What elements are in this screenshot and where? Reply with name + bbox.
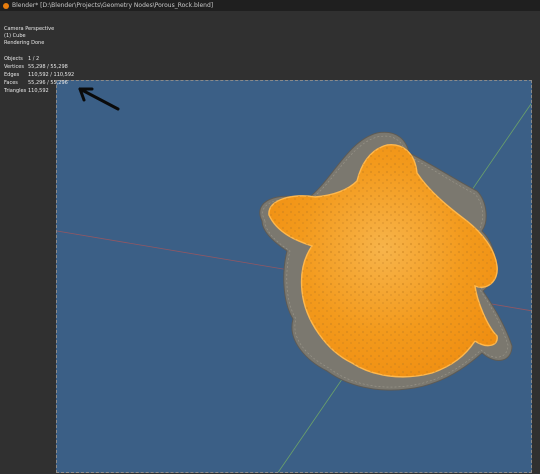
stat-row: Edges 110,592 / 110,592: [4, 71, 74, 79]
3d-viewport[interactable]: Camera Perspective (1) Cube Rendering Do…: [0, 11, 540, 474]
stat-label: Edges: [4, 72, 20, 78]
blender-logo-icon: [3, 2, 9, 9]
stat-row: Vertices 55,298 / 55,298: [4, 63, 74, 71]
stat-row: Triangles 110,592: [4, 87, 74, 95]
render-preview: [57, 103, 531, 472]
stat-label: Objects: [4, 56, 23, 62]
annotation-arrow-icon: [78, 87, 120, 111]
window-title: Blender* [D:\Blender\Projects\Geometry N…: [12, 2, 214, 9]
stat-label: Faces: [4, 80, 18, 86]
viewport-overlay-text: Camera Perspective (1) Cube Rendering Do…: [4, 26, 54, 47]
render-status: Rendering Done: [4, 40, 45, 46]
stat-value: 1 / 2: [28, 56, 40, 62]
stat-row: Faces 55,296 / 55,296: [4, 79, 74, 87]
active-object: (1) Cube: [4, 33, 26, 39]
stat-value: 110,592: [28, 88, 49, 94]
window-title-bar: Blender* [D:\Blender\Projects\Geometry N…: [0, 0, 540, 11]
stat-value: 55,298 / 55,298: [28, 64, 68, 70]
stat-value: 110,592 / 110,592: [28, 72, 75, 78]
stat-value: 55,296 / 55,296: [28, 80, 68, 86]
stat-label: Triangles: [4, 88, 27, 94]
stat-row: Objects 1 / 2: [4, 55, 74, 63]
stat-label: Vertices: [4, 64, 24, 70]
render-region[interactable]: [56, 80, 532, 473]
scene-statistics: Objects 1 / 2 Vertices 55,298 / 55,298 E…: [4, 55, 74, 95]
view-name: Camera Perspective: [4, 26, 55, 32]
